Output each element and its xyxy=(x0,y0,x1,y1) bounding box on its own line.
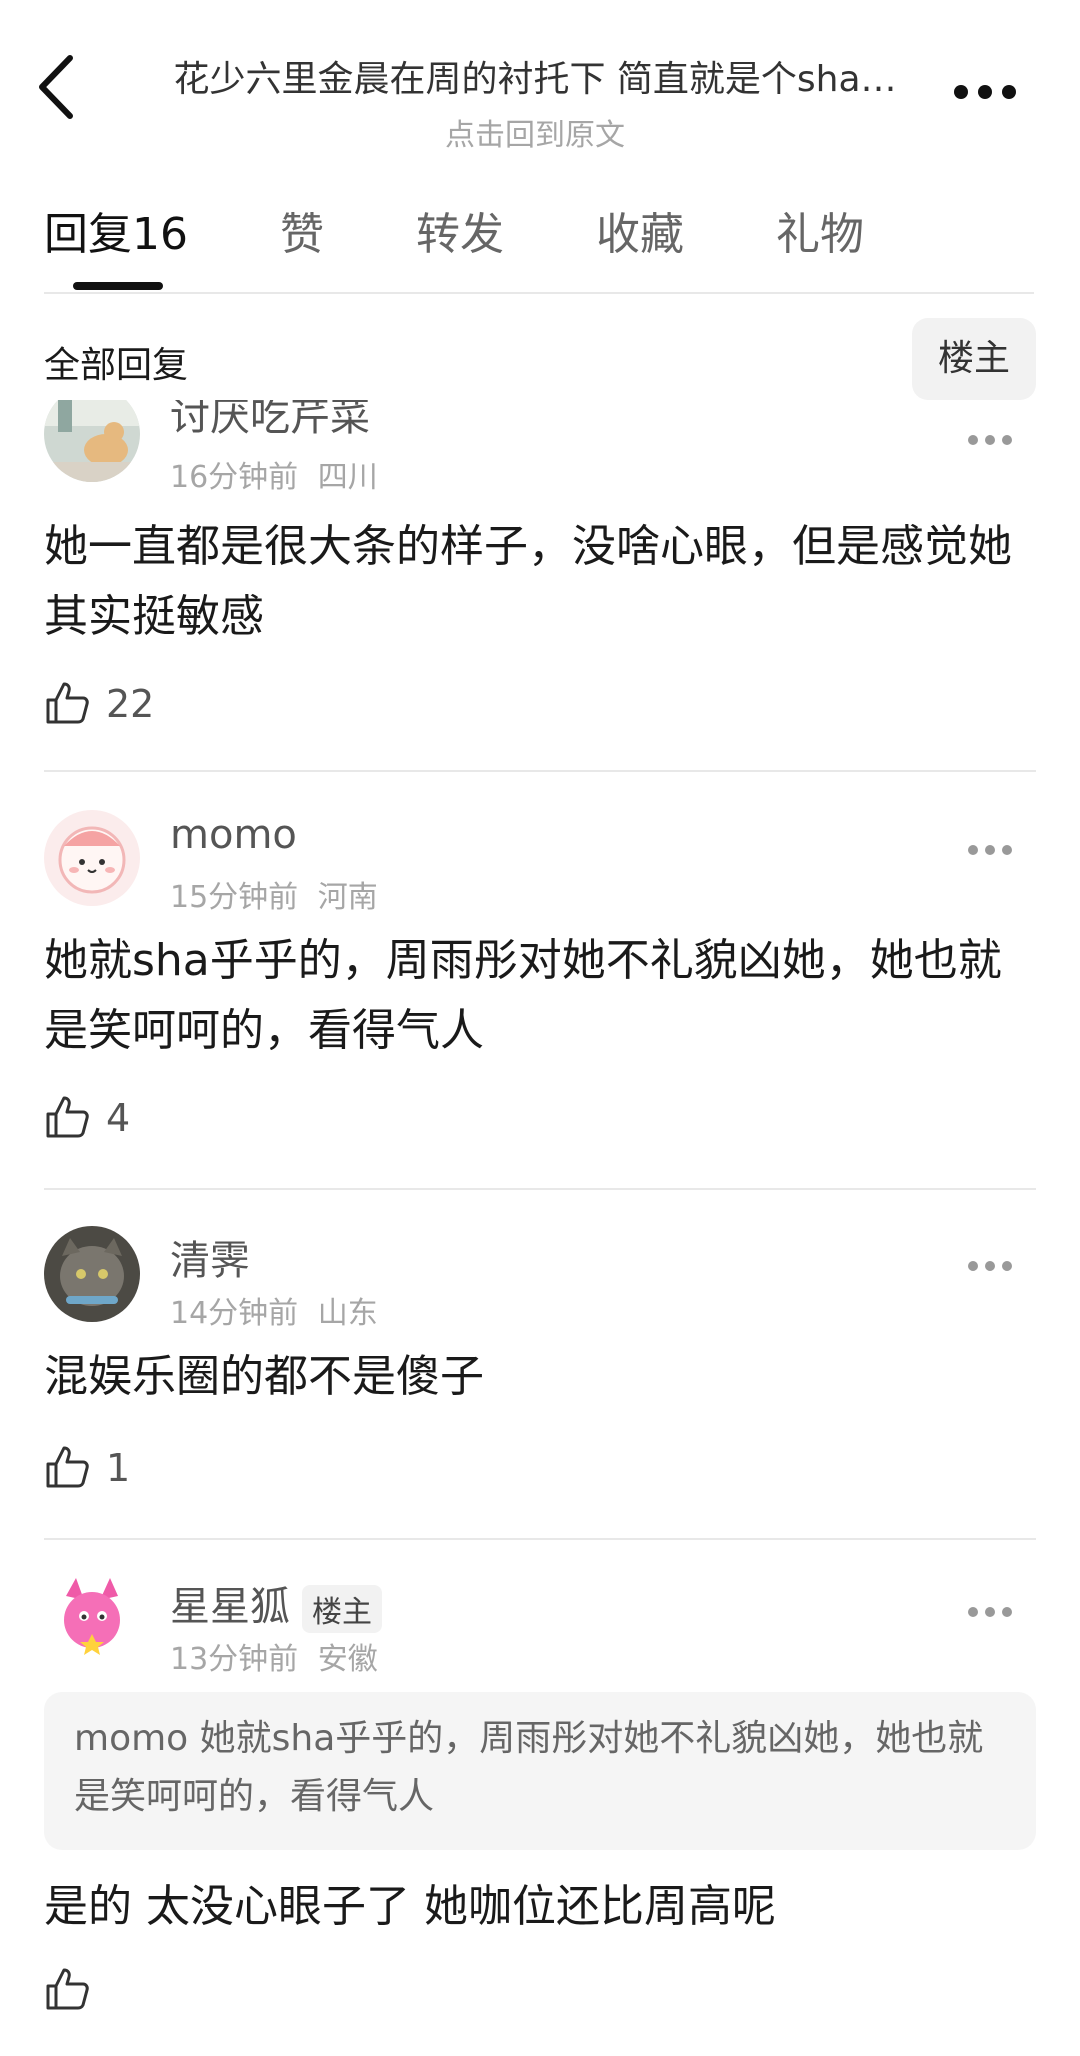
tab-gifts[interactable]: 礼物 xyxy=(776,198,864,262)
comment-time: 15分钟前 xyxy=(170,880,299,915)
comment-meta: 15分钟前 河南 xyxy=(170,872,378,916)
thumbs-up-icon xyxy=(46,1968,89,2010)
comment-divider xyxy=(44,770,1036,772)
like-button[interactable]: 4 xyxy=(44,1090,164,1146)
filter-row: 全部回复 楼主 xyxy=(44,318,1036,400)
thumbs-up-icon xyxy=(46,1096,89,1138)
avatar[interactable] xyxy=(44,810,140,906)
more-button[interactable] xyxy=(950,72,1020,112)
quoted-comment[interactable]: momo 她就sha乎乎的，周雨彤对她不礼貌凶她，她也就是笑呵呵的，看得气人 xyxy=(44,1692,1036,1850)
comment-location: 山东 xyxy=(317,1296,378,1331)
like-button[interactable] xyxy=(44,1962,104,2018)
tab-bar: 回复16 赞 转发 收藏 礼物 xyxy=(44,198,1044,298)
avatar[interactable] xyxy=(44,1572,140,1668)
comment-meta: 14分钟前 山东 xyxy=(170,1288,378,1332)
post-title: 花少六里金晨在周的衬托下 简直就是个sha… xyxy=(173,59,897,100)
comment-username[interactable]: 清霁 xyxy=(170,1228,250,1286)
comment-time: 16分钟前 xyxy=(170,460,299,495)
tab-replies[interactable]: 回复16 xyxy=(44,198,188,262)
tabs-divider xyxy=(44,292,1034,294)
comment-more-button[interactable] xyxy=(966,1256,1014,1276)
comment-more-button[interactable] xyxy=(966,430,1014,450)
comment-text: 混娱乐圈的都不是傻子 xyxy=(44,1351,484,1402)
like-button[interactable]: 1 xyxy=(44,1440,164,1496)
back-to-original-link[interactable]: 点击回到原文 xyxy=(140,110,930,154)
comment-username[interactable]: 讨厌吃芹菜 xyxy=(170,400,370,442)
comment-item: momo 15分钟前 河南 她就sha乎乎的，周雨彤对她不礼貌凶她，她也就是笑呵… xyxy=(44,810,1036,1190)
comment-divider xyxy=(44,1188,1036,1190)
comment-location: 四川 xyxy=(317,460,378,495)
op-badge: 楼主 xyxy=(302,1585,382,1633)
more-dots-icon xyxy=(954,85,1016,99)
comment-text: 她一直都是很大条的样子，没啥心眼，但是感觉她其实挺敏感 xyxy=(44,521,1012,642)
more-dots-icon xyxy=(968,1261,1012,1271)
more-dots-icon xyxy=(968,435,1012,445)
more-dots-icon xyxy=(968,1607,1012,1617)
comment-username-row: 星星狐 楼主 xyxy=(170,1574,382,1633)
avatar[interactable] xyxy=(44,1226,140,1322)
comment-username[interactable]: 星星狐 xyxy=(170,1584,290,1630)
like-count: 1 xyxy=(106,1446,131,1490)
comment-time: 14分钟前 xyxy=(170,1296,299,1331)
comment-time: 13分钟前 xyxy=(170,1642,299,1677)
comment-more-button[interactable] xyxy=(966,840,1014,860)
comment-meta: 13分钟前 安徽 xyxy=(170,1634,378,1678)
like-button[interactable]: 22 xyxy=(44,676,164,732)
thumbs-up-icon xyxy=(46,1446,89,1488)
op-only-button[interactable]: 楼主 xyxy=(912,318,1036,400)
tab-likes[interactable]: 赞 xyxy=(280,198,324,262)
like-count: 4 xyxy=(106,1096,131,1140)
avatar[interactable] xyxy=(44,400,140,482)
like-count: 22 xyxy=(106,682,155,726)
comment-meta: 16分钟前 四川 xyxy=(170,452,378,496)
comment-location: 河南 xyxy=(317,880,378,915)
all-replies-label: 全部回复 xyxy=(44,345,189,386)
thumbs-up-icon xyxy=(46,682,89,724)
title-area[interactable]: 花少六里金晨在周的衬托下 简直就是个sha… 点击回到原文 xyxy=(140,50,930,154)
comment-more-button[interactable] xyxy=(966,1602,1014,1622)
active-tab-indicator xyxy=(73,282,163,290)
comment-item: 星星狐 楼主 13分钟前 安徽 momo 她就sha乎乎的，周雨彤对她不礼貌凶她，… xyxy=(44,1572,1036,2056)
comment-text: 是的 太没心眼子了 她咖位还比周高呢 xyxy=(44,1881,776,1932)
comment-item: 清霁 14分钟前 山东 混娱乐圈的都不是傻子 1 xyxy=(44,1226,1036,1572)
comment-divider xyxy=(44,1538,1036,1540)
comment-list: 讨厌吃芹菜 16分钟前 四川 她一直都是很大条的样子，没啥心眼，但是感觉她其实挺… xyxy=(0,400,1080,2056)
quoted-comment-text: momo 她就sha乎乎的，周雨彤对她不礼貌凶她，她也就是笑呵呵的，看得气人 xyxy=(74,1718,984,1817)
more-dots-icon xyxy=(968,845,1012,855)
comment-username[interactable]: momo xyxy=(170,812,297,858)
comment-location: 安徽 xyxy=(317,1642,378,1677)
tab-reposts[interactable]: 转发 xyxy=(416,198,504,262)
tab-favorites[interactable]: 收藏 xyxy=(596,198,684,262)
top-bar: 花少六里金晨在周的衬托下 简直就是个sha… 点击回到原文 xyxy=(0,0,1080,153)
chevron-left-icon xyxy=(39,55,73,119)
comment-text: 她就sha乎乎的，周雨彤对她不礼貌凶她，她也就是笑呵呵的，看得气人 xyxy=(44,935,1002,1056)
comment-item: 讨厌吃芹菜 16分钟前 四川 她一直都是很大条的样子，没啥心眼，但是感觉她其实挺… xyxy=(44,400,1036,772)
back-button[interactable] xyxy=(36,52,86,132)
